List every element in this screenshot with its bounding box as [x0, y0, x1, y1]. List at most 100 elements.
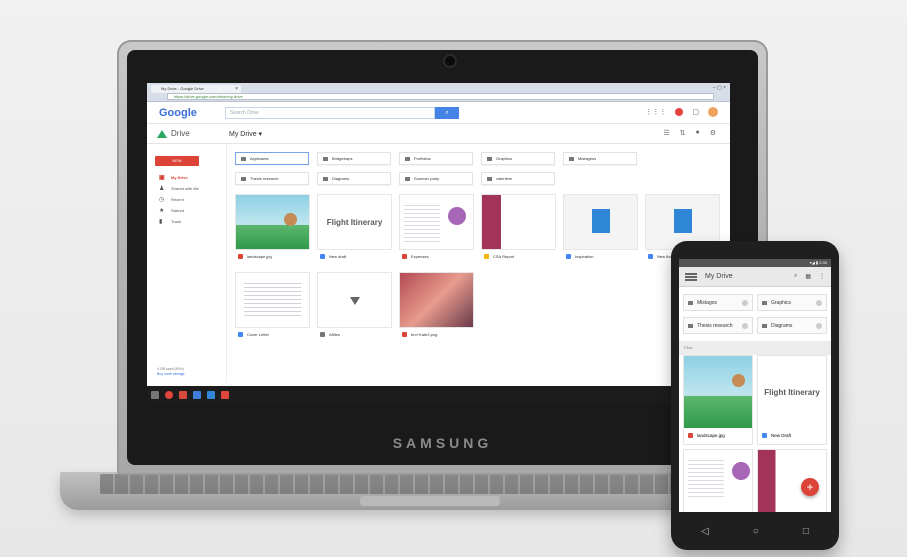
window-controls[interactable]: – ▢ ×: [713, 85, 726, 91]
webcam: [445, 56, 455, 66]
docs-icon[interactable]: [193, 390, 201, 399]
gear-icon[interactable]: ⚙: [710, 129, 716, 137]
folder-item[interactable]: Portfolios: [399, 152, 473, 165]
avatar[interactable]: [708, 107, 718, 117]
sidebar-item-starred[interactable]: ★ Starred: [147, 205, 226, 216]
folder-label: Thesis research: [250, 176, 279, 181]
doc-thumbnail: Flight Itinerary: [317, 194, 392, 250]
grid-icon[interactable]: ☰: [663, 129, 669, 137]
share-icon[interactable]: ▢: [692, 108, 699, 116]
browser-tab[interactable]: My Drive - Google Drive ×: [151, 85, 241, 93]
sidebar-item-shared[interactable]: ♟ Shared with Me: [147, 183, 226, 194]
slides-thumbnail: [481, 194, 556, 250]
file-icon: [320, 331, 325, 337]
file-card[interactable]: bro+Kate2.png: [399, 272, 474, 342]
apps-grid-icon[interactable]: ⋮⋮⋮: [645, 108, 666, 116]
phone-status-bar: ▾◢ ▮ 2:30: [679, 259, 831, 267]
file-name: New Draft: [771, 432, 792, 438]
more-icon[interactable]: ⋮: [819, 273, 825, 280]
launcher-icon[interactable]: [151, 390, 159, 399]
file-card[interactable]: landscape.jpg: [683, 355, 753, 445]
phone-app-bar: My Drive ⌕ ▦ ⋮: [679, 267, 831, 287]
sidebar-item-trash[interactable]: ▮ Trash: [147, 216, 226, 227]
info-icon[interactable]: ●: [695, 129, 699, 137]
search-icon: ⌕: [445, 109, 449, 116]
search-input[interactable]: Search Drive: [225, 106, 435, 119]
google-logo[interactable]: Google: [159, 107, 215, 119]
folder-label: Thesis research: [697, 322, 733, 329]
drive-brand[interactable]: Drive: [157, 129, 229, 138]
doc-file-icon: [566, 253, 571, 259]
file-card[interactable]: landscape.jpg: [235, 194, 310, 264]
close-tab-icon[interactable]: ×: [235, 85, 238, 93]
doc-file-icon: [762, 432, 767, 438]
phone-actions: ⌕ ▦ ⋮: [794, 273, 825, 280]
file-card[interactable]: Affiles: [317, 272, 392, 342]
phone-screen: ▾◢ ▮ 2:30 My Drive ⌕ ▦ ⋮ Mistagos Graphi…: [679, 259, 831, 512]
search-button[interactable]: ⌕: [435, 106, 459, 119]
file-card[interactable]: Inspiration: [563, 194, 638, 264]
grid-icon[interactable]: ▦: [805, 273, 811, 280]
folder-item[interactable]: Diagrams: [317, 172, 391, 185]
tab-title: My Drive - Google Drive: [161, 86, 204, 91]
file-card[interactable]: [683, 449, 753, 512]
laptop-screen: My Drive - Google Drive × – ▢ × https://…: [147, 83, 730, 403]
files-section-label: Files: [679, 341, 831, 355]
people-icon: ♟: [159, 186, 165, 192]
image-thumbnail: [399, 272, 474, 328]
notifications-icon[interactable]: [675, 108, 684, 116]
folder-item[interactable]: valentine: [481, 172, 555, 185]
home-icon[interactable]: ○: [753, 526, 759, 537]
sort-icon[interactable]: ⇅: [680, 129, 686, 137]
info-icon[interactable]: [742, 300, 748, 306]
file-card[interactable]: Cover Letter: [235, 272, 310, 342]
folder-grid: Applicants Bridgetraps Portfolios Graphi…: [235, 152, 724, 185]
doc-thumbnail: Flight Itinerary: [758, 356, 826, 428]
doc-icon: [592, 209, 610, 233]
folder-item[interactable]: Diagrams: [757, 317, 827, 334]
folder-label: Diagrams: [771, 322, 793, 329]
recents-icon[interactable]: □: [803, 526, 809, 537]
folder-item[interactable]: Thesis research: [235, 172, 309, 185]
menu-icon[interactable]: [685, 272, 697, 281]
drive-icon[interactable]: [207, 390, 215, 399]
folder-item[interactable]: Thesis research: [683, 317, 753, 334]
new-button[interactable]: NEW: [155, 156, 199, 166]
folder-item[interactable]: Graphics: [481, 152, 555, 165]
youtube-icon[interactable]: [221, 390, 229, 399]
file-card[interactable]: CSA Report: [481, 194, 556, 264]
sidebar-item-my-drive[interactable]: ▣ My Drive: [147, 172, 226, 183]
folder-label: Bridgetraps: [332, 156, 353, 161]
shared-folder-icon: [405, 176, 410, 181]
folder-item[interactable]: Applicants: [235, 152, 309, 165]
info-icon[interactable]: [816, 323, 822, 329]
file-card[interactable]: Expenses: [399, 194, 474, 264]
chrome-icon[interactable]: [165, 390, 173, 399]
phone-folder-grid: Mistagos Graphics Thesis research Diagra…: [679, 287, 831, 341]
file-area: Applicants Bridgetraps Portfolios Graphi…: [227, 144, 730, 383]
drive-toolbar: Drive My Drive ▾ ☰ ⇅ ● ⚙: [147, 124, 730, 144]
search-icon[interactable]: ⌕: [794, 273, 797, 280]
buy-storage-link[interactable]: Buy more storage: [157, 372, 185, 377]
folder-item[interactable]: Mistagos: [683, 294, 753, 311]
back-icon[interactable]: ◁: [701, 526, 709, 537]
folder-item[interactable]: Graphics: [757, 294, 827, 311]
sheet-thumbnail: [684, 450, 752, 512]
file-card[interactable]: Flight Itinerary New draft: [317, 194, 392, 264]
browser-chrome: My Drive - Google Drive × – ▢ × https://…: [147, 83, 730, 102]
info-icon[interactable]: [816, 300, 822, 306]
sidebar-item-recent[interactable]: ◷ Recent: [147, 194, 226, 205]
folder-item[interactable]: Bridgetraps: [317, 152, 391, 165]
info-icon[interactable]: [742, 323, 748, 329]
folder-item[interactable]: Mistagens: [563, 152, 637, 165]
address-bar[interactable]: https://drive.google.com/drive/my-drive: [167, 93, 714, 100]
doc-lines: [244, 283, 301, 319]
file-card[interactable]: Flight Itinerary New Draft: [757, 355, 827, 445]
location-dropdown[interactable]: My Drive ▾: [229, 130, 262, 138]
image-file-icon: [402, 331, 407, 337]
gmail-icon[interactable]: [179, 390, 187, 399]
doc-icon: [674, 209, 692, 233]
phone: ▾◢ ▮ 2:30 My Drive ⌕ ▦ ⋮ Mistagos Graphi…: [671, 241, 839, 550]
add-fab-button[interactable]: +: [801, 478, 819, 496]
folder-item[interactable]: Summer party: [399, 172, 473, 185]
